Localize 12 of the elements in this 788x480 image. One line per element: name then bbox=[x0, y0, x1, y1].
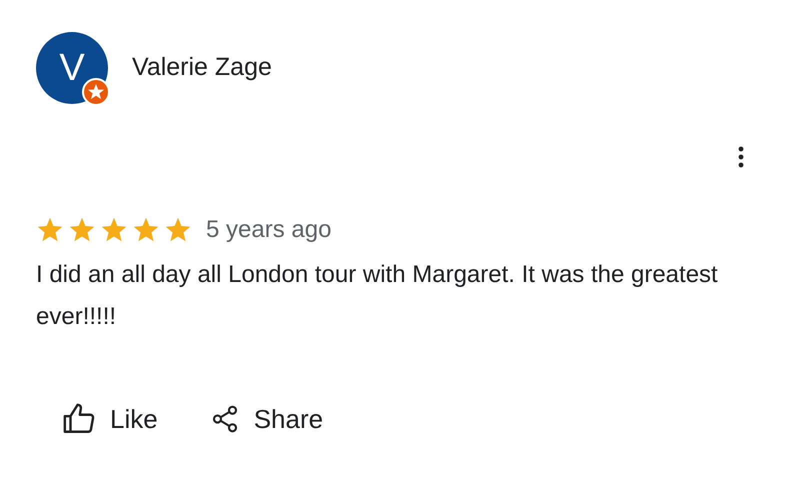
star-icon bbox=[68, 216, 96, 244]
share-button[interactable]: Share bbox=[206, 398, 328, 440]
star-icon bbox=[100, 216, 128, 244]
reviewer-name[interactable]: Valerie Zage bbox=[132, 52, 272, 82]
thumbs-up-icon bbox=[62, 402, 96, 436]
star-icon bbox=[164, 216, 192, 244]
more-options-icon[interactable] bbox=[738, 146, 744, 168]
review-text: I did an all day all London tour with Margaret. It was the greatest ever!!!!! bbox=[36, 260, 719, 332]
star-icon bbox=[132, 216, 160, 244]
star-icon bbox=[36, 216, 64, 244]
like-button[interactable]: Like bbox=[58, 398, 162, 440]
review-time: 5 years ago bbox=[206, 216, 332, 244]
